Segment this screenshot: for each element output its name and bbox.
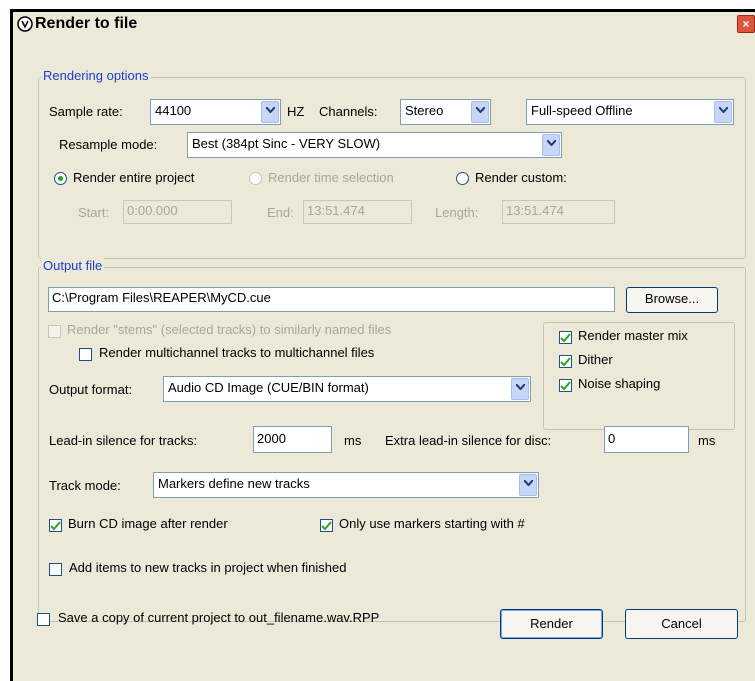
- noise-shaping-checkbox[interactable]: [559, 379, 572, 392]
- checkmark-icon: [321, 521, 332, 531]
- render-multichannel-label[interactable]: Render multichannel tracks to multichann…: [99, 345, 374, 360]
- length-field[interactable]: 13:51.474: [502, 200, 615, 224]
- output-format-value: Audio CD Image (CUE/BIN format): [168, 380, 369, 395]
- save-copy-checkbox[interactable]: [37, 613, 50, 626]
- output-path-field[interactable]: C:\Program Files\REAPER\MyCD.cue: [48, 287, 615, 312]
- resample-mode-label: Resample mode:: [59, 137, 158, 152]
- cancel-button[interactable]: Cancel: [625, 609, 738, 639]
- render-speed-value: Full-speed Offline: [531, 103, 633, 118]
- extra-leadin-field[interactable]: 0: [604, 426, 689, 453]
- markers-hash-label[interactable]: Only use markers starting with #: [339, 516, 525, 531]
- chevron-down-icon[interactable]: [542, 134, 560, 156]
- checkmark-icon: [560, 381, 571, 391]
- render-dialog: Render to file × Rendering options Sampl…: [10, 9, 755, 681]
- chevron-down-icon[interactable]: [471, 101, 489, 123]
- track-mode-combo[interactable]: Markers define new tracks: [153, 472, 539, 498]
- render-time-selection-label[interactable]: Render time selection: [268, 170, 394, 185]
- hz-label: HZ: [287, 104, 305, 119]
- sample-rate-label: Sample rate:: [49, 104, 123, 119]
- chevron-down-icon[interactable]: [519, 474, 537, 496]
- resample-mode-value: Best (384pt Sinc - VERY SLOW): [192, 136, 381, 151]
- render-master-mix-checkbox[interactable]: [559, 331, 572, 344]
- track-mode-label: Track mode:: [49, 478, 121, 493]
- start-label: Start:: [78, 205, 110, 220]
- sample-rate-combo[interactable]: 44100: [150, 99, 281, 125]
- extra-leadin-label: Extra lead-in silence for disc:: [385, 433, 552, 448]
- save-copy-label[interactable]: Save a copy of current project to out_fi…: [58, 610, 379, 625]
- noise-shaping-label[interactable]: Noise shaping: [578, 376, 660, 391]
- add-items-checkbox[interactable]: [49, 563, 62, 576]
- dither-checkbox[interactable]: [559, 355, 572, 368]
- leadin-label: Lead-in silence for tracks:: [49, 433, 198, 448]
- checkmark-icon: [50, 521, 61, 531]
- end-field[interactable]: 13:51.474: [303, 200, 412, 224]
- leadin-field[interactable]: 2000: [253, 426, 332, 453]
- render-master-mix-label[interactable]: Render master mix: [578, 328, 688, 343]
- output-format-combo[interactable]: Audio CD Image (CUE/BIN format): [163, 376, 531, 402]
- resample-mode-combo[interactable]: Best (384pt Sinc - VERY SLOW): [187, 132, 562, 158]
- window-title: Render to file: [35, 15, 138, 32]
- render-entire-project-radio[interactable]: [54, 172, 67, 185]
- title-bar: Render to file ×: [13, 12, 755, 37]
- checkmark-icon: [560, 333, 571, 343]
- chevron-down-icon[interactable]: [261, 101, 279, 123]
- length-label: Length:: [435, 205, 479, 220]
- burn-cd-label[interactable]: Burn CD image after render: [68, 516, 228, 531]
- burn-cd-checkbox[interactable]: [49, 519, 62, 532]
- reaper-logo-icon: [17, 16, 33, 32]
- extra-leadin-unit: ms: [698, 433, 716, 448]
- leadin-unit: ms: [344, 433, 362, 448]
- channels-value: Stereo: [405, 103, 444, 118]
- sample-rate-value: 44100: [155, 103, 192, 118]
- render-time-selection-radio[interactable]: [249, 172, 262, 185]
- radio-selected-dot: [58, 176, 63, 181]
- channels-label: Channels:: [319, 104, 378, 119]
- markers-hash-checkbox[interactable]: [320, 519, 333, 532]
- checkmark-icon: [560, 357, 571, 367]
- output-file-legend: Output file: [41, 258, 105, 273]
- render-button[interactable]: Render: [500, 609, 603, 639]
- chevron-down-icon[interactable]: [714, 101, 732, 123]
- render-speed-combo[interactable]: Full-speed Offline: [526, 99, 734, 125]
- close-button[interactable]: ×: [737, 15, 755, 33]
- chevron-down-icon[interactable]: [511, 378, 529, 400]
- render-entire-project-label[interactable]: Render entire project: [73, 170, 194, 185]
- render-stems-checkbox[interactable]: [48, 325, 61, 338]
- channels-combo[interactable]: Stereo: [400, 99, 491, 125]
- rendering-options-legend: Rendering options: [41, 68, 151, 83]
- render-stems-label[interactable]: Render "stems" (selected tracks) to simi…: [67, 322, 391, 337]
- track-mode-value: Markers define new tracks: [158, 476, 310, 491]
- start-field[interactable]: 0:00.000: [123, 200, 232, 224]
- dither-label[interactable]: Dither: [578, 352, 613, 367]
- render-multichannel-checkbox[interactable]: [79, 348, 92, 361]
- output-format-label: Output format:: [49, 382, 133, 397]
- add-items-label[interactable]: Add items to new tracks in project when …: [69, 560, 346, 575]
- browse-button[interactable]: Browse...: [626, 287, 718, 313]
- end-label: End:: [267, 205, 294, 220]
- render-custom-label[interactable]: Render custom:: [475, 170, 567, 185]
- render-custom-radio[interactable]: [456, 172, 469, 185]
